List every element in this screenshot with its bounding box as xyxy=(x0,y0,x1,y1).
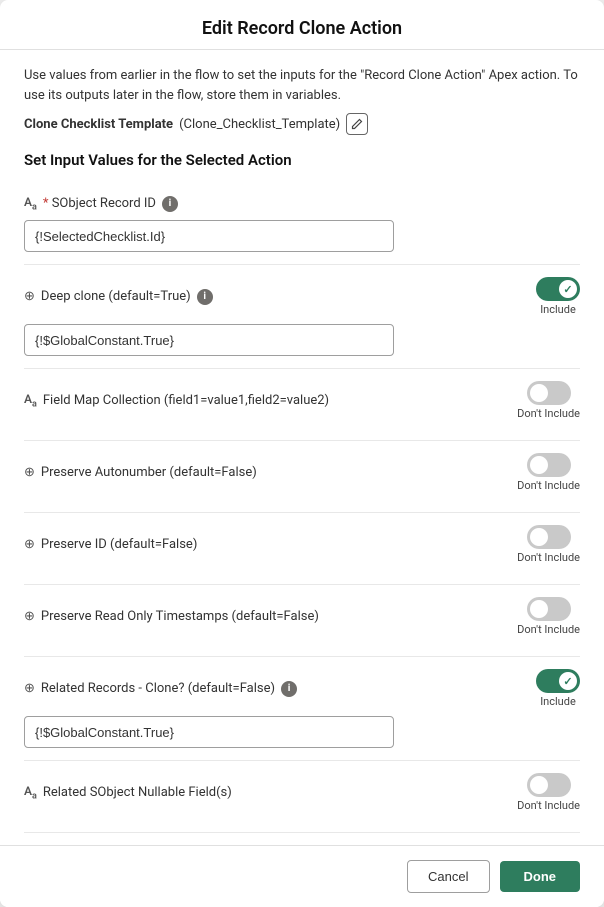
field-label-field-map-collection: Field Map Collection (field1=value1,fiel… xyxy=(43,393,329,408)
section-title: Set Input Values for the Selected Action xyxy=(24,151,580,169)
action-title-row: Clone Checklist Template (Clone_Checklis… xyxy=(24,113,580,135)
field-row-field-map-collection: Aa Field Map Collection (field1=value1,fi… xyxy=(24,369,580,441)
field-label-group-preserve-autonumber: ⊕ Preserve Autonumber (default=False) xyxy=(24,465,257,480)
field-type-icon-preserve-read-only-timestamps: ⊕ xyxy=(24,609,35,624)
field-label-deep-clone: Deep clone (default=True) xyxy=(41,289,191,304)
info-icon-related-records-clone[interactable]: i xyxy=(281,681,297,697)
field-row-preserve-autonumber: ⊕ Preserve Autonumber (default=False) Don'… xyxy=(24,441,580,513)
toggle-group-preserve-id: Don't Include xyxy=(517,525,580,564)
field-label-sobject-record-id: * SObject Record ID xyxy=(43,196,156,211)
field-header-preserve-autonumber: ⊕ Preserve Autonumber (default=False) Don'… xyxy=(24,453,580,492)
toggle-label-deep-clone: Include xyxy=(540,303,576,316)
modal-header: Edit Record Clone Action xyxy=(0,0,604,50)
action-title-parens: (Clone_Checklist_Template) xyxy=(179,117,340,132)
modal-body: Use values from earlier in the flow to s… xyxy=(0,50,604,845)
edit-record-clone-modal: Edit Record Clone Action Use values from… xyxy=(0,0,604,907)
field-header-deep-clone: ⊕ Deep clone (default=True) i ✓ Include xyxy=(24,277,580,316)
toggle-knob-deep-clone: ✓ xyxy=(559,280,577,298)
toggle-label-preserve-autonumber: Don't Include xyxy=(517,479,580,492)
toggle-group-preserve-autonumber: Don't Include xyxy=(517,453,580,492)
toggle-field-map-collection[interactable] xyxy=(527,381,571,405)
toggle-label-related-records-clone: Include xyxy=(540,695,576,708)
field-label-group-preserve-id: ⊕ Preserve ID (default=False) xyxy=(24,537,197,552)
action-title-bold: Clone Checklist Template xyxy=(24,117,173,132)
field-type-icon-preserve-id: ⊕ xyxy=(24,537,35,552)
field-header-field-map-collection: Aa Field Map Collection (field1=value1,fi… xyxy=(24,381,580,420)
field-row-related-records-clone: ⊕ Related Records - Clone? (default=False… xyxy=(24,657,580,761)
modal-title: Edit Record Clone Action xyxy=(24,18,580,39)
toggle-group-field-map-collection: Don't Include xyxy=(517,381,580,420)
toggle-knob-field-map-collection xyxy=(530,384,548,402)
field-label-related-sobject-nullable: Related SObject Nullable Field(s) xyxy=(43,785,232,800)
toggle-label-related-sobject-nullable: Don't Include xyxy=(517,799,580,812)
info-icon-deep-clone[interactable]: i xyxy=(197,289,213,305)
edit-action-button[interactable] xyxy=(346,113,368,135)
field-header-preserve-read-only-timestamps: ⊕ Preserve Read Only Timestamps (default=… xyxy=(24,597,580,636)
field-header-related-records-clone: ⊕ Related Records - Clone? (default=False… xyxy=(24,669,580,708)
toggle-preserve-read-only-timestamps[interactable] xyxy=(527,597,571,621)
toggle-knob-preserve-autonumber xyxy=(530,456,548,474)
field-header-sobject-record-id: Aa * SObject Record ID i xyxy=(24,195,580,212)
toggle-deep-clone[interactable]: ✓ xyxy=(536,277,580,301)
toggle-related-records-clone[interactable]: ✓ xyxy=(536,669,580,693)
field-input-deep-clone[interactable] xyxy=(24,324,394,356)
toggle-related-sobject-nullable[interactable] xyxy=(527,773,571,797)
toggle-label-field-map-collection: Don't Include xyxy=(517,407,580,420)
info-icon-sobject-record-id[interactable]: i xyxy=(162,196,178,212)
field-type-icon-preserve-autonumber: ⊕ xyxy=(24,465,35,480)
cancel-button[interactable]: Cancel xyxy=(407,860,489,893)
field-type-icon-sobject-record-id: Aa xyxy=(24,195,37,212)
modal-footer: Cancel Done xyxy=(0,845,604,907)
field-header-preserve-id: ⊕ Preserve ID (default=False) Don't Includ… xyxy=(24,525,580,564)
toggle-preserve-autonumber[interactable] xyxy=(527,453,571,477)
field-label-group-related-sobject-nullable: Aa Related SObject Nullable Field(s) xyxy=(24,784,232,801)
fields-container: Aa * SObject Record ID i ⊕ Deep clone (defau… xyxy=(24,183,580,833)
field-label-group-deep-clone: ⊕ Deep clone (default=True) i xyxy=(24,289,213,305)
done-button[interactable]: Done xyxy=(500,861,581,892)
field-input-sobject-record-id[interactable] xyxy=(24,220,394,252)
field-row-preserve-id: ⊕ Preserve ID (default=False) Don't Includ… xyxy=(24,513,580,585)
toggle-group-related-sobject-nullable: Don't Include xyxy=(517,773,580,812)
field-row-preserve-read-only-timestamps: ⊕ Preserve Read Only Timestamps (default=… xyxy=(24,585,580,657)
description-text: Use values from earlier in the flow to s… xyxy=(24,66,580,105)
toggle-label-preserve-read-only-timestamps: Don't Include xyxy=(517,623,580,636)
field-label-group-field-map-collection: Aa Field Map Collection (field1=value1,fi… xyxy=(24,392,329,409)
toggle-knob-preserve-id xyxy=(530,528,548,546)
toggle-group-deep-clone: ✓ Include xyxy=(536,277,580,316)
field-row-deep-clone: ⊕ Deep clone (default=True) i ✓ Include xyxy=(24,265,580,369)
toggle-knob-related-records-clone: ✓ xyxy=(559,672,577,690)
toggle-group-preserve-read-only-timestamps: Don't Include xyxy=(517,597,580,636)
field-type-icon-related-sobject-nullable: Aa xyxy=(24,784,37,801)
toggle-label-preserve-id: Don't Include xyxy=(517,551,580,564)
field-label-preserve-autonumber: Preserve Autonumber (default=False) xyxy=(41,465,257,480)
field-label-related-records-clone: Related Records - Clone? (default=False) xyxy=(41,681,275,696)
field-row-related-sobject-nullable: Aa Related SObject Nullable Field(s) Don't… xyxy=(24,761,580,833)
toggle-knob-preserve-read-only-timestamps xyxy=(530,600,548,618)
field-type-icon-field-map-collection: Aa xyxy=(24,392,37,409)
toggle-preserve-id[interactable] xyxy=(527,525,571,549)
toggle-group-related-records-clone: ✓ Include xyxy=(536,669,580,708)
field-input-related-records-clone[interactable] xyxy=(24,716,394,748)
field-type-icon-related-records-clone: ⊕ xyxy=(24,681,35,696)
field-label-group-preserve-read-only-timestamps: ⊕ Preserve Read Only Timestamps (default=… xyxy=(24,609,319,624)
toggle-knob-related-sobject-nullable xyxy=(530,776,548,794)
field-label-group-sobject-record-id: Aa * SObject Record ID i xyxy=(24,195,178,212)
field-row-sobject-record-id: Aa * SObject Record ID i xyxy=(24,183,580,265)
field-label-preserve-id: Preserve ID (default=False) xyxy=(41,537,197,552)
field-header-related-sobject-nullable: Aa Related SObject Nullable Field(s) Don't… xyxy=(24,773,580,812)
field-label-group-related-records-clone: ⊕ Related Records - Clone? (default=False… xyxy=(24,681,297,697)
field-label-preserve-read-only-timestamps: Preserve Read Only Timestamps (default=F… xyxy=(41,609,319,624)
field-type-icon-deep-clone: ⊕ xyxy=(24,289,35,304)
